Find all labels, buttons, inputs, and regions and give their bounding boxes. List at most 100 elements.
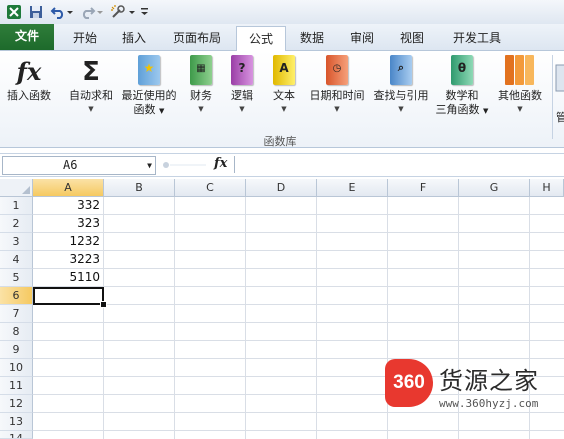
row-header-1[interactable]: 1 (0, 197, 33, 215)
tab-developer[interactable]: 开发工具 (442, 26, 512, 50)
more-functions-label: 其他函数 (498, 89, 542, 102)
name-manager-button[interactable]: 管 (556, 109, 564, 125)
column-header-f[interactable]: F (388, 179, 459, 197)
tab-data[interactable]: 数据 (290, 26, 334, 50)
lookup-button[interactable]: ⌕ 查找与引用 ▼ (370, 55, 432, 115)
autosum-button[interactable]: Σ 自动求和 ▼ (64, 55, 118, 115)
recent-functions-label-2: 函数 ▼ (133, 103, 165, 116)
column-header-g[interactable]: G (459, 179, 530, 197)
row-header-5[interactable]: 5 (0, 269, 33, 287)
row-header-11[interactable]: 11 (0, 377, 33, 395)
watermark-url: www.360hyzj.com (439, 397, 539, 410)
undo-icon[interactable] (50, 4, 66, 20)
insert-function-button[interactable]: fx 插入函数 (2, 55, 56, 103)
selected-cell-a6[interactable] (33, 287, 104, 305)
tab-formulas[interactable]: 公式 (236, 26, 286, 52)
row-header-8[interactable]: 8 (0, 323, 33, 341)
cell-a5[interactable]: 5110 (34, 269, 100, 286)
formula-bar: A6 ▼ fx (0, 153, 564, 177)
select-all-icon (22, 186, 30, 194)
cell-a3[interactable]: 1232 (34, 233, 100, 250)
row-header-7[interactable]: 7 (0, 305, 33, 323)
tab-home[interactable]: 开始 (62, 26, 108, 50)
tab-insert[interactable]: 插入 (112, 26, 156, 50)
text-book-icon: A (273, 55, 295, 85)
datetime-label: 日期和时间 (309, 89, 365, 102)
dropdown-arrow-icon: ▼ (398, 105, 404, 113)
excel-logo-icon (7, 5, 21, 19)
datetime-button[interactable]: ◷ 日期和时间 ▼ (306, 55, 368, 115)
column-header-a[interactable]: A (33, 179, 104, 197)
name-box-dropdown-icon[interactable]: ▼ (147, 157, 152, 174)
column-header-c[interactable]: C (175, 179, 246, 197)
save-icon[interactable] (28, 4, 44, 20)
row-header-4[interactable]: 4 (0, 251, 33, 269)
watermark-logo: 360 (385, 359, 433, 407)
row-header-2[interactable]: 2 (0, 215, 33, 233)
logic-button[interactable]: ? 逻辑 ▼ (224, 55, 260, 115)
tab-file[interactable]: 文件 (0, 24, 54, 50)
function-library-group-label: 函数库 (263, 135, 297, 148)
math-trig-button[interactable]: θ 数学和 三角函数 ▼ (434, 55, 490, 118)
name-box[interactable]: A6 ▼ (2, 156, 156, 175)
customize-toolbar-icon[interactable] (140, 4, 150, 20)
logic-book-icon: ? (231, 55, 253, 85)
cell-a2[interactable]: 323 (34, 215, 100, 232)
text-label: 文本 (273, 89, 295, 102)
formula-input[interactable] (234, 156, 563, 173)
column-header-b[interactable]: B (104, 179, 175, 197)
finance-label: 财务 (190, 89, 212, 102)
gridline (33, 286, 564, 287)
dropdown-arrow-icon: ▼ (198, 105, 204, 113)
group-separator (552, 55, 553, 139)
lookup-book-icon: ⌕ (390, 55, 412, 85)
name-manager-icon (555, 64, 564, 92)
select-all-corner[interactable] (0, 179, 33, 197)
row-header-13[interactable]: 13 (0, 413, 33, 431)
gridline (316, 197, 317, 439)
column-header-d[interactable]: D (246, 179, 317, 197)
gridline (245, 197, 246, 439)
finance-button[interactable]: ▦ 财务 ▼ (182, 55, 220, 115)
recent-functions-button[interactable]: ★ 最近使用的 函数 ▼ (118, 55, 180, 118)
gridline (33, 322, 564, 323)
row-header-6[interactable]: 6 (0, 287, 33, 305)
tab-view[interactable]: 视图 (390, 26, 434, 50)
watermark-brand: 货源之家 (439, 367, 539, 395)
cell-a4[interactable]: 3223 (34, 251, 100, 268)
insert-function-fx-icon[interactable]: fx (214, 156, 227, 171)
fill-handle[interactable] (100, 301, 107, 308)
redo-dropdown-icon[interactable] (96, 4, 104, 20)
gridline (33, 304, 564, 305)
dropdown-arrow-icon: ▼ (334, 105, 340, 113)
logic-label: 逻辑 (231, 89, 253, 102)
dropdown-arrow-icon: ▼ (88, 105, 94, 113)
formula-bar-splitter[interactable] (160, 157, 210, 173)
name-box-value: A6 (63, 158, 78, 172)
tab-review[interactable]: 审阅 (340, 26, 384, 50)
datetime-book-icon: ◷ (326, 55, 348, 85)
cell-a1[interactable]: 332 (34, 197, 100, 214)
ribbon-tab-bar: 文件 开始 插入 页面布局 公式 数据 审阅 视图 开发工具 (0, 24, 564, 52)
row-header-14[interactable]: 14 (0, 431, 33, 439)
finance-book-icon: ▦ (190, 55, 212, 85)
undo-dropdown-icon[interactable] (66, 4, 74, 20)
column-header-h[interactable]: H (530, 179, 564, 197)
quick-access-toolbar (0, 0, 564, 24)
row-header-9[interactable]: 9 (0, 341, 33, 359)
tool-dropdown-icon[interactable] (128, 4, 136, 20)
redo-icon[interactable] (80, 4, 96, 20)
tool-icon[interactable] (110, 4, 126, 20)
column-header-e[interactable]: E (317, 179, 388, 197)
dropdown-arrow-icon: ▼ (281, 105, 287, 113)
math-label-1: 数学和 (445, 89, 479, 102)
row-header-12[interactable]: 12 (0, 395, 33, 413)
row-header-10[interactable]: 10 (0, 359, 33, 377)
gridline (174, 197, 175, 439)
books-stack-icon (503, 55, 537, 85)
text-button[interactable]: A 文本 ▼ (266, 55, 302, 115)
math-book-icon: θ (451, 55, 473, 85)
tab-page-layout[interactable]: 页面布局 (164, 26, 230, 50)
row-header-3[interactable]: 3 (0, 233, 33, 251)
more-functions-button[interactable]: 其他函数 ▼ (492, 55, 548, 115)
